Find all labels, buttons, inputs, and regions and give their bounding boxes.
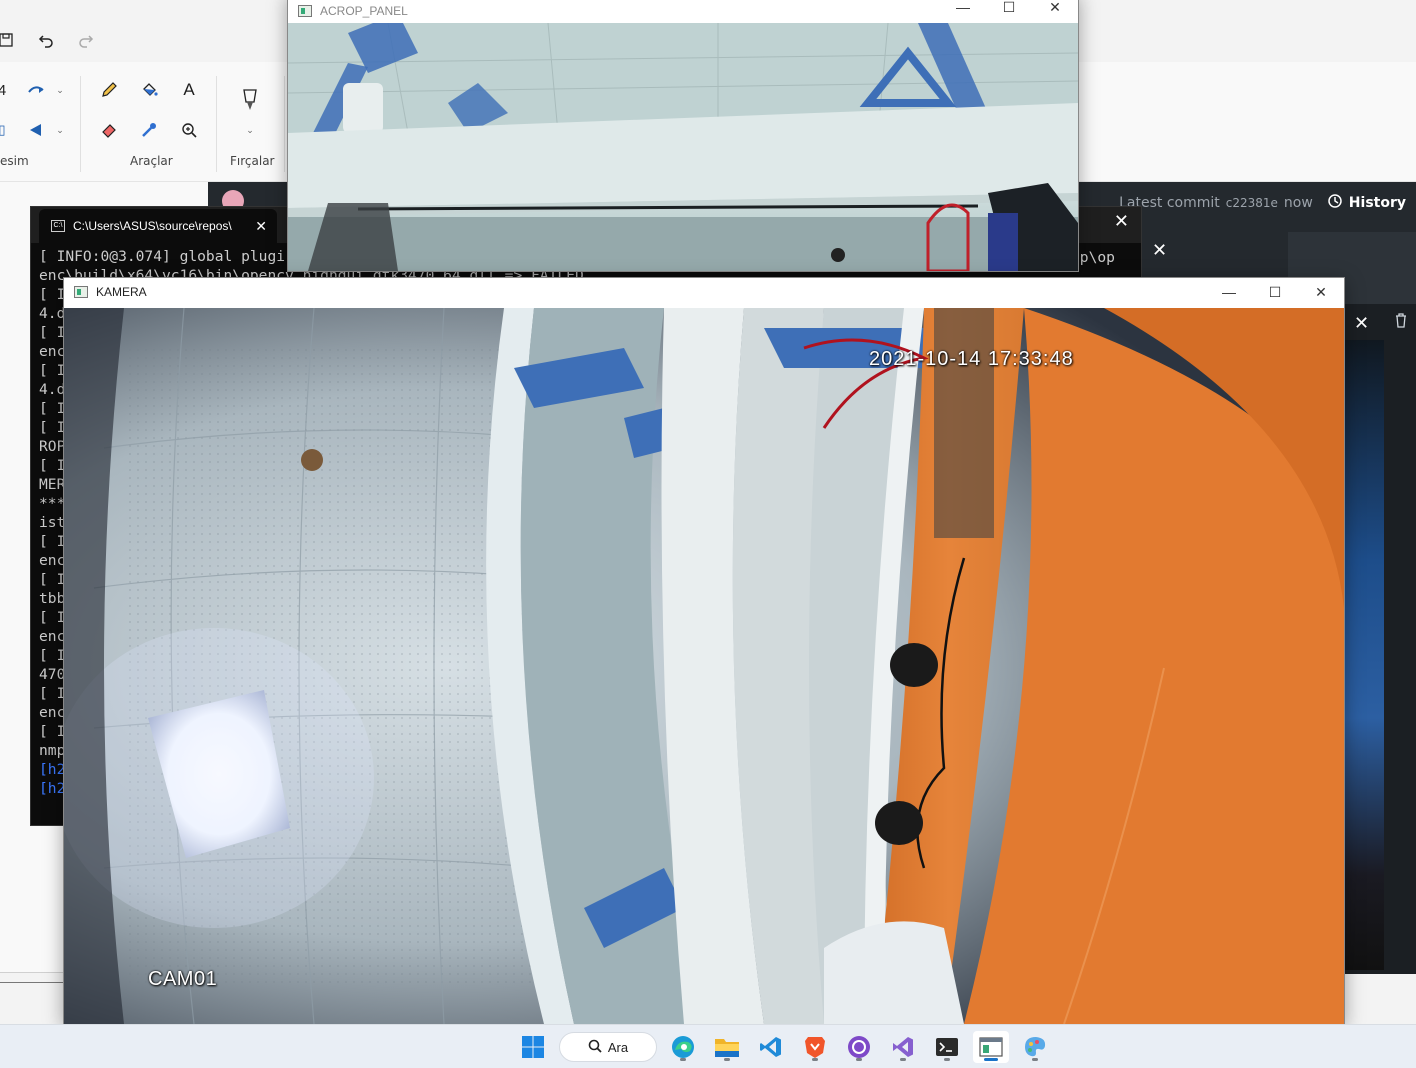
search-icon <box>588 1039 602 1056</box>
kamera-camera-view: 2021-10-14 17:33:48 CAM01 <box>64 308 1344 1024</box>
brushes-group-label: Fırçalar <box>230 154 275 168</box>
chevron-down-icon[interactable]: ⌄ <box>236 116 264 144</box>
magnifier-icon[interactable] <box>175 116 203 144</box>
undo-icon[interactable] <box>32 26 60 54</box>
window-controls: — ☐ ✕ <box>1206 278 1344 306</box>
running-indicator <box>856 1058 862 1061</box>
trash-icon[interactable] <box>1394 312 1408 331</box>
history-icon <box>1327 193 1343 213</box>
latest-commit-bar: Latest commit c22381e now History <box>1119 193 1406 213</box>
history-button[interactable]: History <box>1349 195 1406 211</box>
taskbar-search[interactable]: Ara <box>559 1032 657 1062</box>
opencv-window-icon <box>298 5 312 17</box>
cmd-icon: C:\ <box>51 220 65 232</box>
terminal-tab[interactable]: C:\ C:\Users\ASUS\source\repos\ ✕ <box>39 209 277 243</box>
running-indicator <box>900 1058 906 1061</box>
close-icon[interactable]: ✕ <box>1354 313 1369 334</box>
kamera-window: KAMERA — ☐ ✕ 2021-10-14 17:33:48 CAM01 <box>63 277 1345 1024</box>
running-indicator <box>680 1058 686 1061</box>
running-indicator <box>1032 1058 1038 1061</box>
pencil-icon[interactable] <box>95 76 123 104</box>
start-button[interactable] <box>515 1031 551 1063</box>
kamera-titlebar[interactable]: KAMERA — ☐ ✕ <box>64 278 1344 306</box>
close-icon[interactable]: ✕ <box>1152 240 1167 261</box>
chevron-down-icon[interactable]: ⌄ <box>46 116 74 144</box>
tools-group-label: Araçlar <box>130 154 173 168</box>
vscode-icon[interactable] <box>753 1031 789 1063</box>
running-indicator <box>724 1058 730 1061</box>
close-button[interactable]: ✕ <box>1032 0 1078 21</box>
ribbon-divider <box>216 76 217 172</box>
search-label: Ara <box>607 1039 629 1055</box>
github-desktop-icon[interactable] <box>841 1031 877 1063</box>
chevron-down-icon[interactable]: ⌄ <box>46 76 74 104</box>
close-button[interactable]: ✕ <box>1298 278 1344 306</box>
brush-icon[interactable] <box>236 86 264 114</box>
running-indicator <box>944 1058 950 1061</box>
eraser-icon[interactable] <box>95 116 123 144</box>
taskbar: Ara <box>0 1024 1416 1068</box>
terminal-tab-title: C:\Users\ASUS\source\repos\ <box>73 219 232 233</box>
visual-studio-icon[interactable] <box>885 1031 921 1063</box>
background-image-strip <box>1344 340 1384 970</box>
running-indicator <box>812 1058 818 1061</box>
ribbon-divider <box>284 76 285 172</box>
file-explorer-icon[interactable] <box>709 1031 745 1063</box>
acrop-titlebar[interactable]: ACROP_PANEL — ☐ ✕ <box>288 0 1078 23</box>
commit-time: now <box>1283 195 1313 211</box>
redo-icon[interactable] <box>72 26 100 54</box>
crop-icon[interactable]: ▯ <box>0 116 16 144</box>
window-controls: — ☐ ✕ <box>940 0 1078 21</box>
minimize-button[interactable]: — <box>940 0 986 21</box>
acrop-panel-window: ACROP_PANEL — ☐ ✕ <box>287 0 1079 272</box>
maximize-button[interactable]: ☐ <box>1252 278 1298 306</box>
paint-icon[interactable] <box>1017 1031 1053 1063</box>
acrop-window-title: ACROP_PANEL <box>320 4 408 18</box>
color-picker-icon[interactable] <box>135 116 163 144</box>
opencv-window-icon <box>74 286 88 298</box>
commit-sha[interactable]: c22381e <box>1226 196 1278 210</box>
resize-icon[interactable]: 4 <box>0 76 16 104</box>
canvas-border <box>0 982 64 983</box>
fill-bucket-icon[interactable] <box>135 76 163 104</box>
terminal-icon[interactable] <box>929 1031 965 1063</box>
timestamp-overlay: 2021-10-14 17:33:48 <box>869 348 1074 370</box>
image-group-label: esim <box>0 154 29 168</box>
ribbon-divider <box>80 76 81 172</box>
close-icon[interactable]: ✕ <box>255 218 267 235</box>
maximize-button[interactable]: ☐ <box>986 0 1032 21</box>
windows-logo-icon <box>522 1036 544 1058</box>
brave-icon[interactable] <box>797 1031 833 1063</box>
save-icon[interactable] <box>0 26 20 54</box>
kamera-window-title: KAMERA <box>96 285 147 299</box>
text-tool-icon[interactable]: A <box>175 76 203 104</box>
minimize-button[interactable]: — <box>1206 278 1252 306</box>
camera-id-overlay: CAM01 <box>148 968 218 990</box>
running-indicator <box>984 1058 998 1061</box>
opencv-window-taskbar-icon[interactable] <box>973 1031 1009 1063</box>
close-icon[interactable]: ✕ <box>1114 211 1129 232</box>
edge-icon[interactable] <box>665 1031 701 1063</box>
acrop-camera-view <box>288 23 1078 271</box>
